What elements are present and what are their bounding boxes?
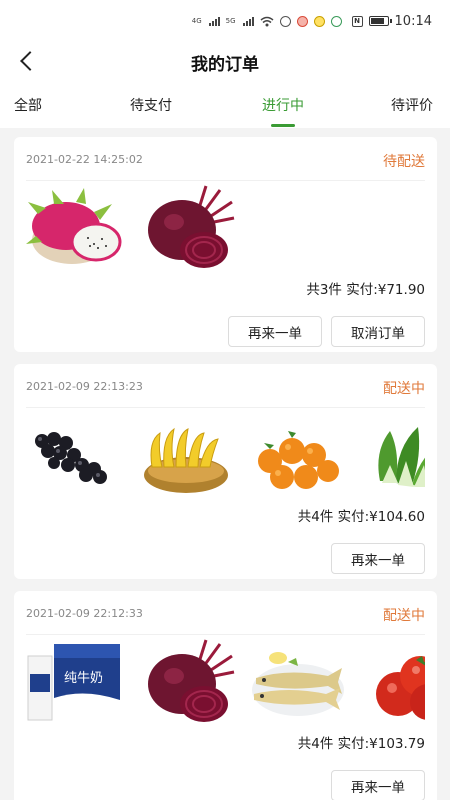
divider xyxy=(26,180,425,181)
signal-icon xyxy=(208,16,220,26)
dragon-fruit-image[interactable] xyxy=(24,184,124,274)
oranges-image[interactable] xyxy=(248,411,348,501)
clock: 10:14 xyxy=(394,13,432,29)
active-tab-indicator xyxy=(271,124,295,127)
divider xyxy=(26,634,425,635)
reorder-button[interactable]: 再来一单 xyxy=(228,316,322,347)
network-type-label-2: 5G xyxy=(225,17,236,25)
alarm-icon xyxy=(279,15,291,27)
app-icon xyxy=(313,15,325,27)
order-status: 配送中 xyxy=(383,608,425,624)
reorder-button[interactable]: 再来一单 xyxy=(331,543,425,574)
tab-all[interactable]: 全部 xyxy=(14,95,42,115)
order-card[interactable]: 2021-02-09 22:12:33 配送中 纯牛奶 共4件 实付:¥103.… xyxy=(14,591,437,800)
network-type-label: 4G xyxy=(191,17,202,25)
app-icon xyxy=(330,15,342,27)
tab-in-progress[interactable]: 进行中 xyxy=(262,95,304,115)
grapes-image[interactable] xyxy=(24,411,124,501)
bananas-image[interactable] xyxy=(136,411,236,501)
tab-pending-review[interactable]: 待评价 xyxy=(391,95,433,115)
nfc-icon: N xyxy=(351,15,363,27)
order-card[interactable]: 2021-02-22 14:25:02 待配送 共3件 实付:¥71.90 再来… xyxy=(14,137,437,352)
divider xyxy=(26,407,425,408)
tomatoes-image[interactable] xyxy=(360,638,425,728)
battery-icon xyxy=(368,16,392,26)
signal-icon xyxy=(242,16,254,26)
order-tabs: 全部 待支付 进行中 待评价 xyxy=(0,82,450,128)
order-total: 共4件 实付:¥103.79 xyxy=(297,736,425,752)
status-icons: 4G 5G xyxy=(191,15,342,27)
notification-icon xyxy=(296,15,308,27)
order-total: 共4件 实付:¥104.60 xyxy=(297,509,425,525)
page-title: 我的订单 xyxy=(191,54,259,75)
order-date: 2021-02-22 14:25:02 xyxy=(26,153,143,166)
tab-pending-payment[interactable]: 待支付 xyxy=(130,95,172,115)
order-status: 待配送 xyxy=(383,154,425,170)
milk-box-image[interactable]: 纯牛奶 xyxy=(24,638,124,728)
product-images: 纯牛奶 xyxy=(24,638,425,728)
order-status: 配送中 xyxy=(383,381,425,397)
milk-label: 纯牛奶 xyxy=(64,671,103,686)
order-total: 共3件 实付:¥71.90 xyxy=(306,282,425,298)
cancel-order-button[interactable]: 取消订单 xyxy=(331,316,425,347)
order-date: 2021-02-09 22:12:33 xyxy=(26,607,143,620)
reorder-button[interactable]: 再来一单 xyxy=(331,770,425,800)
back-arrow-icon[interactable] xyxy=(14,48,40,74)
yellow-croaker-fish-image[interactable] xyxy=(248,638,348,728)
beetroot-image[interactable] xyxy=(136,184,236,274)
wifi-icon xyxy=(260,16,274,26)
status-bar: 4G 5G N 10:14 xyxy=(0,0,450,42)
product-images xyxy=(24,184,425,274)
header: 我的订单 xyxy=(0,42,450,82)
bok-choy-image[interactable] xyxy=(360,411,425,501)
order-date: 2021-02-09 22:13:23 xyxy=(26,380,143,393)
beetroot-image[interactable] xyxy=(136,638,236,728)
product-images xyxy=(24,411,425,501)
order-card[interactable]: 2021-02-09 22:13:23 配送中 共4件 实付:¥104.60 再… xyxy=(14,364,437,579)
